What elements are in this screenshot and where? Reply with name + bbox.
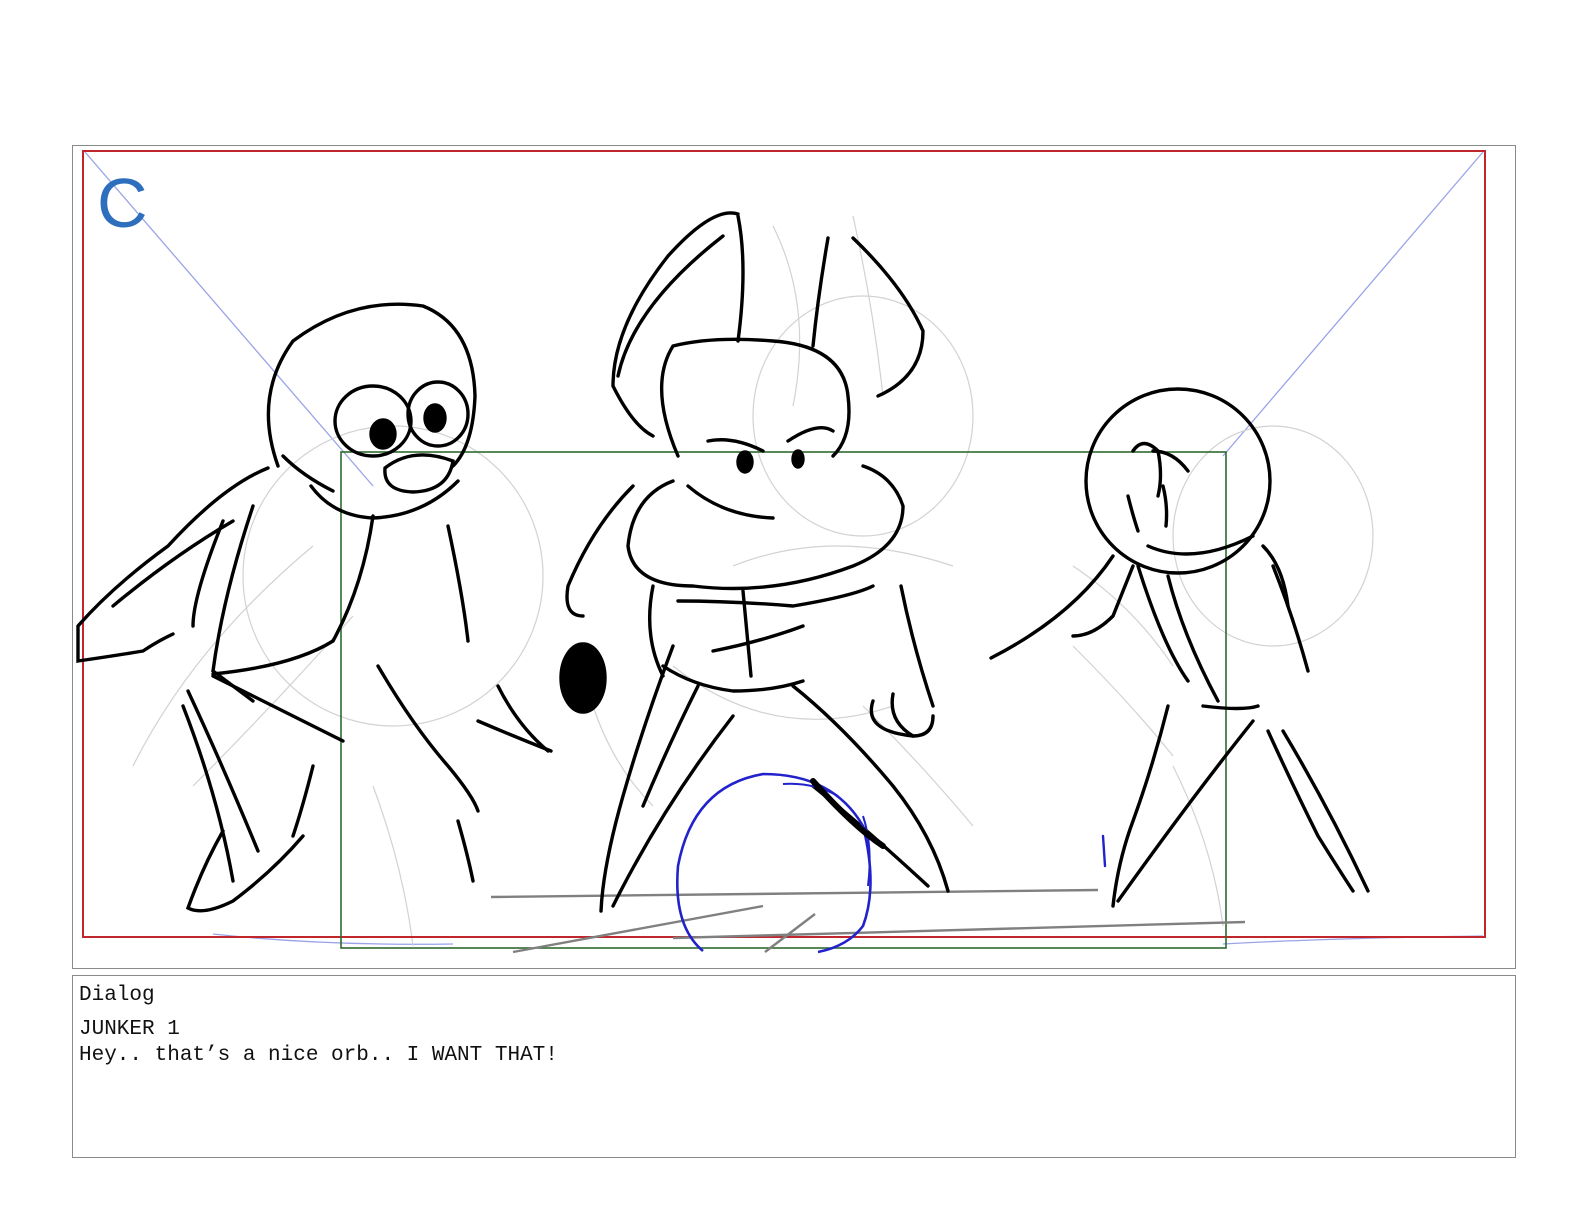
ground-lines	[490, 888, 1246, 954]
orb	[676, 772, 886, 954]
dialog-label: Dialog	[79, 984, 155, 1007]
panel-drawing	[76, 150, 1486, 954]
panel-letter: C	[97, 164, 148, 242]
character-right	[989, 387, 1370, 908]
dialog-speaker: JUNKER 1	[79, 1018, 180, 1041]
camera-frame	[340, 451, 1227, 949]
dialog-line: Hey.. that’s a nice orb.. I WANT THAT!	[79, 1044, 558, 1067]
character-left	[76, 302, 553, 913]
dialog-box: Dialog JUNKER 1 Hey.. that’s a nice orb.…	[72, 975, 1516, 1158]
character-center-rabbit	[559, 211, 950, 913]
storyboard-panel: C	[72, 145, 1516, 969]
safe-frame	[82, 150, 1486, 938]
